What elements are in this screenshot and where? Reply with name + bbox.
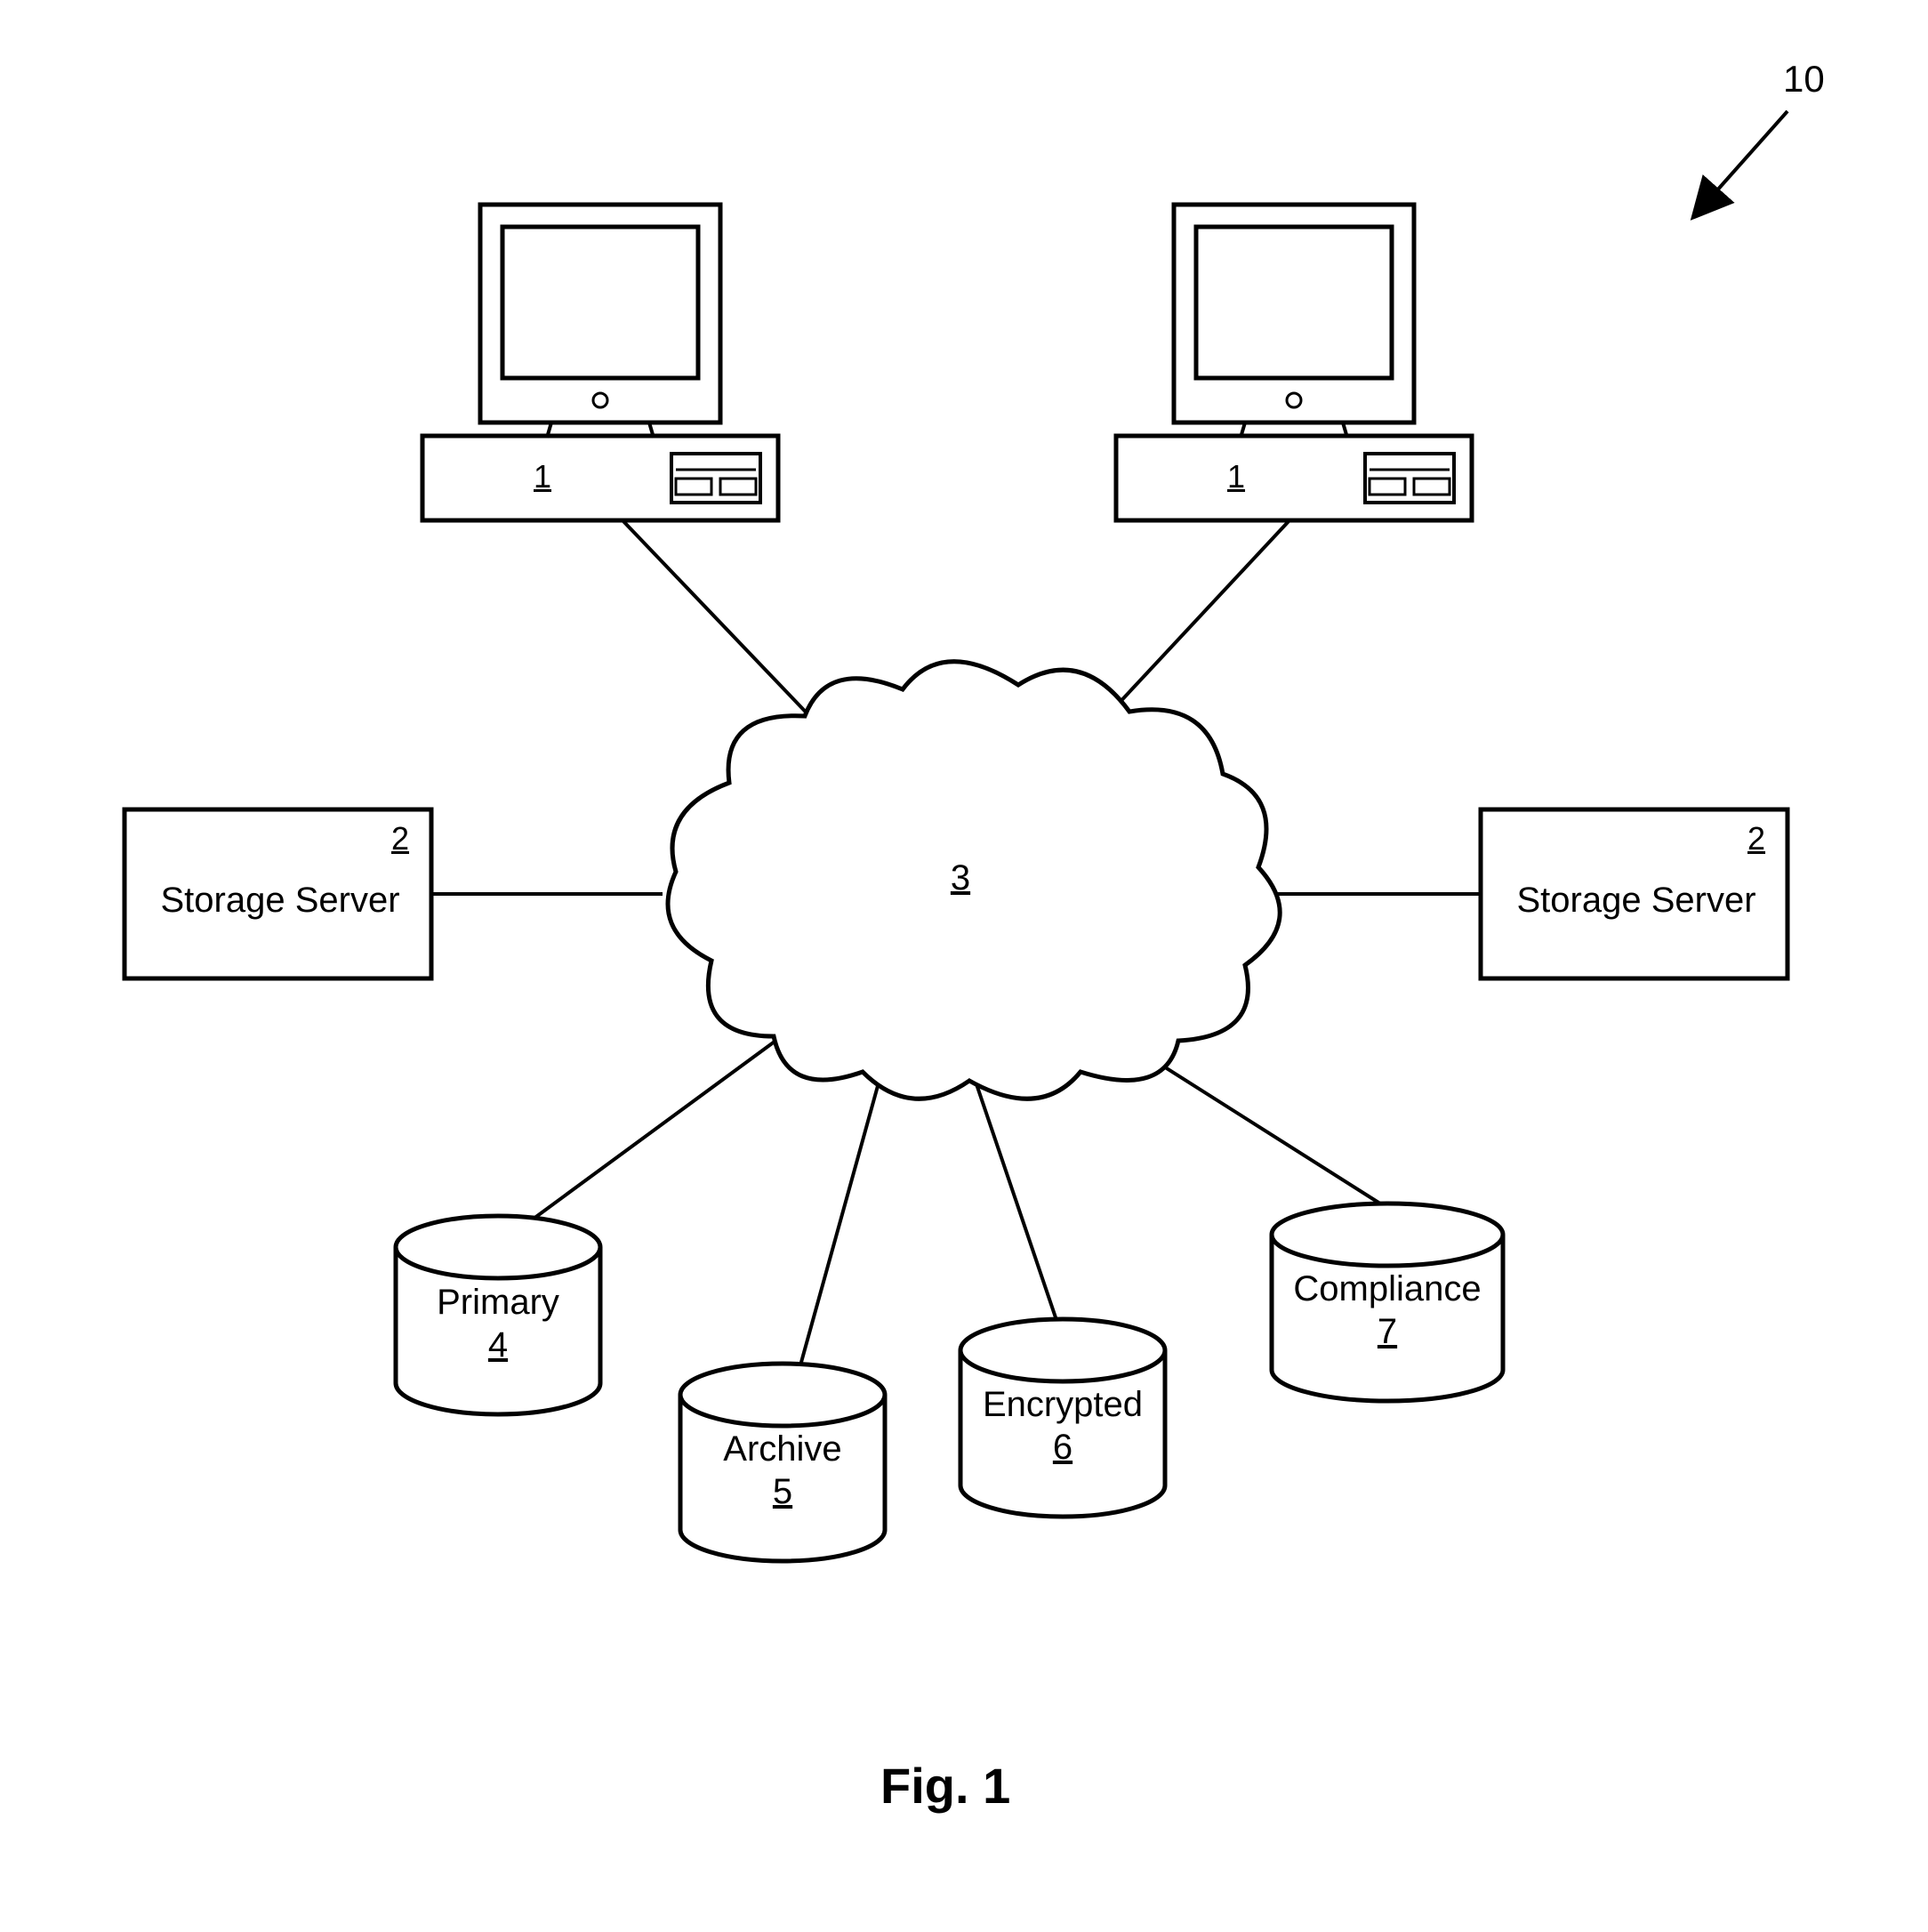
pc-right-ref: 1 (1227, 458, 1245, 495)
diagram-svg (0, 0, 1928, 1932)
ref-arrow (1716, 111, 1787, 191)
figure-ref-number: 10 (1783, 58, 1825, 101)
storage-archive (680, 1364, 885, 1561)
server-left-ref: 2 (391, 820, 409, 857)
edge-cloud-primary (534, 1039, 778, 1219)
server-right-ref: 2 (1747, 820, 1765, 857)
pc-left-ref: 1 (534, 458, 551, 495)
cloud-ref: 3 (947, 858, 974, 898)
server-left-label: Storage Server (147, 881, 414, 921)
edge-cloud-encrypted (974, 1076, 1058, 1325)
storage-compliance (1272, 1203, 1503, 1401)
storage-encrypted (960, 1319, 1165, 1517)
network-cloud (668, 662, 1280, 1099)
storage-primary (396, 1216, 600, 1414)
edge-cloud-archive (800, 1076, 880, 1365)
server-right-label: Storage Server (1503, 881, 1770, 921)
client-pc-right (1116, 205, 1472, 520)
client-pc-left (422, 205, 778, 520)
figure-canvas: 10 1 1 Storage Server 2 Storage Server 2… (0, 0, 1928, 1932)
edge-pcRight-cloud (1103, 520, 1289, 720)
figure-caption: Fig. 1 (880, 1757, 1010, 1815)
edge-pcLeft-cloud (623, 520, 818, 725)
